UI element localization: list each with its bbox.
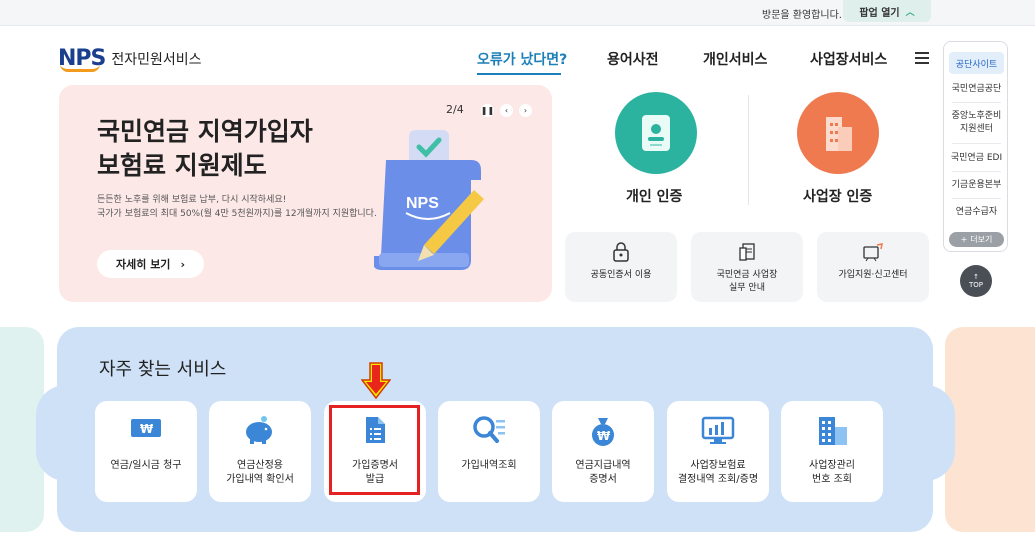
building-icon xyxy=(819,417,847,445)
quick-link-nps[interactable]: 국민연금공단 xyxy=(944,83,1009,96)
illustration-nps-text: NPS xyxy=(406,195,439,212)
popup-open-label: 팝업 열기 xyxy=(859,7,900,19)
arrow-down-icon xyxy=(361,362,391,400)
plus-icon: + xyxy=(960,235,968,244)
freq-card-enrollment-confirmation[interactable]: 연금산정용 가입내역 확인서 xyxy=(209,401,311,502)
scroll-top-button[interactable]: ↑ TOP xyxy=(960,265,992,297)
pause-icon[interactable]: ❚❚ xyxy=(481,104,494,117)
quick-link-retirement-center[interactable]: 중앙노후준비 지원센터 xyxy=(944,110,1009,136)
lock-icon xyxy=(613,242,629,262)
gnb-item-error-help[interactable]: 오류가 났다면? xyxy=(477,49,567,69)
service-card-business-guide[interactable]: 국민연금 사업장 실무 안내 xyxy=(691,232,803,302)
utility-bar: 방문을 환영합니다. 팝업 열기 ︿ xyxy=(0,0,1035,26)
piggy-bank-icon xyxy=(246,416,272,444)
personal-auth-button[interactable] xyxy=(615,92,697,174)
support-center-icon xyxy=(863,243,883,262)
gnb-item-personal-service[interactable]: 개인서비스 xyxy=(703,49,767,69)
service-card-certificate[interactable]: 공동인증서 이용 xyxy=(565,232,677,302)
frequent-services-title: 자주 찾는 서비스 xyxy=(99,359,227,380)
quick-more-button[interactable]: + 더보기 xyxy=(949,232,1004,247)
hero-title: 국민연금 지역가입자 보험료 지원제도 xyxy=(97,117,313,180)
prev-arrow-icon[interactable]: ‹ xyxy=(500,104,513,117)
freq-card-pension-claim[interactable]: ₩ 연금/일시금 청구 xyxy=(95,401,197,502)
personal-auth-label[interactable]: 개인 인증 xyxy=(626,186,682,206)
svg-text:₩: ₩ xyxy=(597,429,611,443)
building-icon xyxy=(826,117,852,151)
service-card-support-center[interactable]: 가입지원·신고센터 xyxy=(817,232,929,302)
gnb-item-glossary[interactable]: 용어사전 xyxy=(607,49,659,69)
quick-link-pensioners[interactable]: 연금수급자 xyxy=(944,206,1009,219)
document-pen-illustration: NPS xyxy=(374,130,484,270)
gnb-item-business-service[interactable]: 사업장서비스 xyxy=(810,49,887,69)
decorative-panel-right xyxy=(945,327,1035,532)
next-arrow-icon[interactable]: › xyxy=(519,104,532,117)
nps-logo-mark: NPS xyxy=(58,46,106,72)
quick-link-edi[interactable]: 국민연금 EDI xyxy=(944,152,1009,165)
service-name: 전자민원서비스 xyxy=(111,51,202,68)
hero-pager: 2/4 xyxy=(446,103,464,116)
id-card-icon xyxy=(642,115,670,151)
business-auth-button[interactable] xyxy=(797,92,879,174)
gnb-active-underline xyxy=(477,73,561,75)
hero-description: 든든한 노후를 위해 보험료 납부, 다시 시작하세요! 국가가 보험료의 최대… xyxy=(97,195,377,219)
freq-card-business-number[interactable]: 사업장관리 번호 조회 xyxy=(781,401,883,502)
search-list-icon xyxy=(473,416,505,443)
money-bag-icon: ₩ xyxy=(592,418,614,446)
monitor-chart-icon xyxy=(701,416,735,444)
svg-text:₩: ₩ xyxy=(140,422,154,436)
hero-banner[interactable]: 2/4 ❚❚ ‹ › 국민연금 지역가입자 보험료 지원제도 든든한 노후를 위… xyxy=(59,85,552,302)
popup-open-button[interactable]: 팝업 열기 ︿ xyxy=(843,0,931,22)
quick-link-fund-management[interactable]: 기금운용본부 xyxy=(944,179,1009,192)
chevron-up-icon: ︿ xyxy=(905,7,915,18)
document-icon xyxy=(739,243,755,261)
menu-hamburger-icon[interactable] xyxy=(915,52,929,64)
business-auth-label[interactable]: 사업장 인증 xyxy=(803,186,872,206)
arrow-up-icon: ↑ xyxy=(973,273,979,281)
freq-card-business-premium[interactable]: 사업장보험료 결정내역 조회/증명 xyxy=(667,401,769,502)
won-card-icon: ₩ xyxy=(131,419,161,437)
freq-card-payment-history[interactable]: ₩ 연금지급내역 증명서 xyxy=(552,401,654,502)
quick-panel-header[interactable]: 공단사이트 xyxy=(949,52,1004,74)
hero-more-button[interactable]: 자세히 보기 › xyxy=(97,250,204,278)
chevron-right-icon: › xyxy=(180,257,185,271)
site-logo[interactable]: NPS 전자민원서비스 xyxy=(58,46,202,72)
freq-card-enrollment-history[interactable]: 가입내역조회 xyxy=(438,401,540,502)
welcome-text: 방문을 환영합니다. xyxy=(762,10,842,21)
quick-links-panel: 공단사이트 국민연금공단 중앙노후준비 지원센터 국민연금 EDI 기금운용본부 … xyxy=(943,41,1008,252)
highlight-box xyxy=(329,405,420,495)
auth-divider xyxy=(748,95,749,205)
